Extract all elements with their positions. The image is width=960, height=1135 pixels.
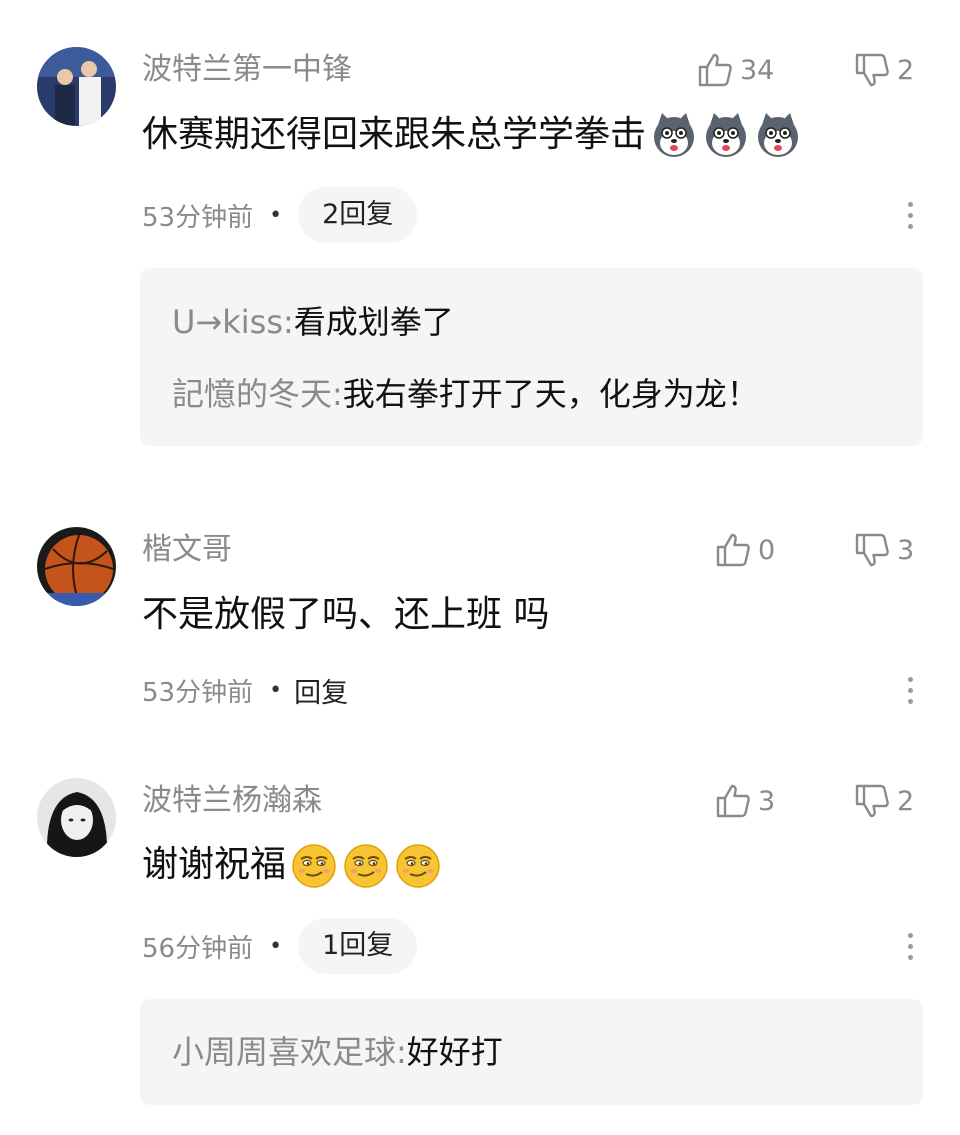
separator-dot: •	[269, 677, 283, 703]
smirk-emoji-icon	[290, 841, 338, 889]
dislike-count: 2	[897, 54, 915, 86]
dislike-button[interactable]: 2	[853, 50, 914, 90]
username[interactable]: 波特兰第一中锋	[142, 50, 352, 90]
reply-text: 看成划拳了	[293, 303, 454, 341]
username[interactable]: 楷文哥	[142, 530, 232, 570]
thumbs-down-icon	[855, 784, 889, 818]
more-options-icon[interactable]	[895, 670, 925, 710]
comment-text: 不是放假了吗、还上班 吗	[142, 594, 550, 635]
reply-username[interactable]: U→kiss	[172, 303, 283, 341]
thumbs-down-icon	[855, 533, 889, 567]
reply-text: 我右拳打开了天，化身为龙！	[342, 375, 759, 413]
comment-body: 谢谢祝福	[142, 840, 442, 890]
reply-separator: :	[396, 1033, 407, 1071]
username[interactable]: 波特兰杨瀚森	[142, 781, 322, 821]
reply-item[interactable]: 小周周喜欢足球:好好打	[172, 1030, 503, 1074]
reply-separator: :	[332, 375, 343, 413]
dislike-button[interactable]: 3	[853, 530, 914, 570]
comment-body: 不是放假了吗、还上班 吗	[142, 590, 549, 640]
husky-emoji-icon	[650, 111, 698, 159]
smirk-emoji-icon	[394, 841, 442, 889]
reply-count-button[interactable]: 1回复	[298, 918, 418, 974]
thumbs-down-icon	[855, 53, 889, 87]
reply-username[interactable]: 記憶的冬天	[172, 375, 332, 413]
reply-username[interactable]: 小周周喜欢足球	[172, 1033, 396, 1071]
comment-body: 休赛期还得回来跟朱总学学拳击	[142, 110, 802, 160]
like-button[interactable]: 34	[696, 50, 774, 90]
more-options-icon[interactable]	[895, 195, 925, 235]
separator-dot: •	[269, 202, 283, 228]
husky-emoji-icon	[702, 111, 750, 159]
like-count: 34	[740, 54, 775, 86]
reply-preview-box[interactable]: 小周周喜欢足球:好好打	[140, 999, 923, 1105]
reply-item[interactable]: 記憶的冬天:我右拳打开了天，化身为龙！	[172, 372, 759, 416]
reply-item[interactable]: U→kiss:看成划拳了	[172, 300, 454, 344]
smirk-emoji-icon	[342, 841, 390, 889]
separator-dot: •	[269, 933, 283, 959]
dislike-count: 2	[897, 785, 915, 817]
timestamp: 56分钟前	[142, 933, 254, 964]
like-count: 3	[758, 785, 776, 817]
thumbs-up-icon	[716, 784, 750, 818]
user-avatar[interactable]	[37, 778, 116, 857]
comment-meta: 53分钟前 • 2回复	[142, 187, 418, 243]
thumbs-up-icon	[698, 53, 732, 87]
comment-text: 休赛期还得回来跟朱总学学拳击	[142, 114, 647, 155]
reply-count-button[interactable]: 2回复	[298, 187, 418, 243]
like-button[interactable]: 3	[714, 781, 775, 821]
thumbs-up-icon	[716, 533, 750, 567]
reply-separator: :	[283, 303, 294, 341]
comment-meta: 53分钟前 • 回复	[142, 662, 348, 718]
user-avatar[interactable]	[37, 47, 116, 126]
like-count: 0	[758, 534, 776, 566]
like-button[interactable]: 0	[714, 530, 775, 570]
timestamp: 53分钟前	[142, 202, 254, 233]
user-avatar[interactable]	[37, 527, 116, 606]
husky-emoji-icon	[754, 111, 802, 159]
dislike-button[interactable]: 2	[853, 781, 914, 821]
more-options-icon[interactable]	[895, 926, 925, 966]
dislike-count: 3	[897, 534, 915, 566]
reply-button[interactable]: 回复	[294, 671, 348, 710]
comment-meta: 56分钟前 • 1回复	[142, 918, 418, 974]
reply-preview-box[interactable]: U→kiss:看成划拳了 記憶的冬天:我右拳打开了天，化身为龙！	[140, 268, 923, 446]
comment-text: 谢谢祝福	[142, 844, 287, 885]
timestamp: 53分钟前	[142, 677, 254, 708]
reply-text: 好好打	[406, 1033, 503, 1071]
